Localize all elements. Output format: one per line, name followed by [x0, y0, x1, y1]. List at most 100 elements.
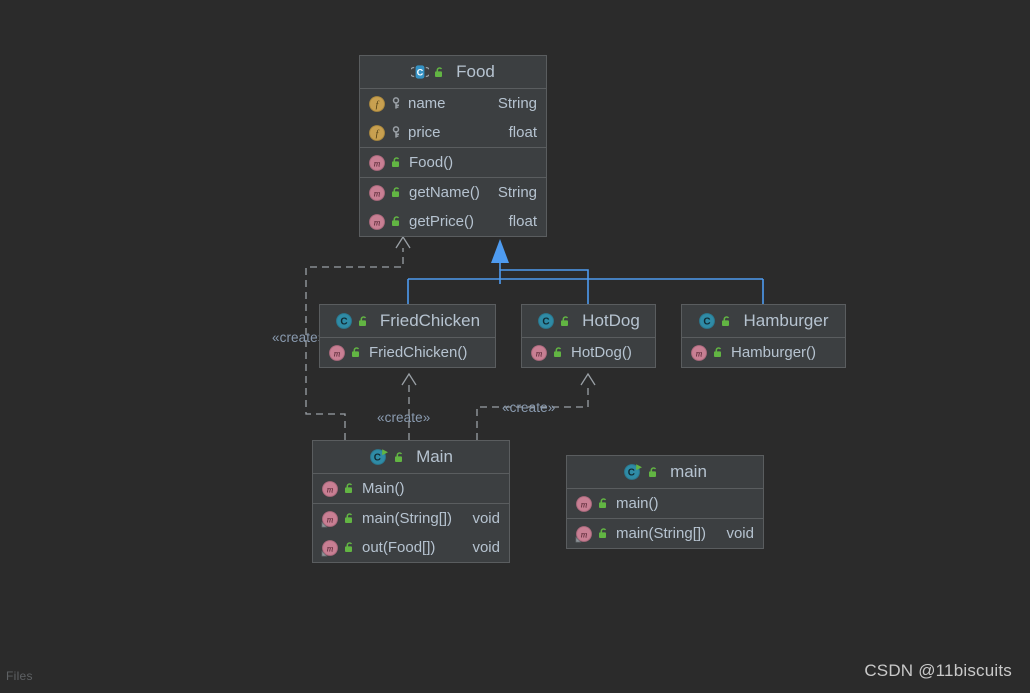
member-name: out(Food[]) — [362, 539, 436, 556]
class-name-main-lower: main — [670, 462, 707, 481]
method-icon: m — [575, 495, 593, 513]
edge-label-create-friedchicken: «create» — [377, 410, 431, 425]
member-name: getPrice() — [409, 213, 475, 230]
member-row[interactable]: m out(Food[]) void — [313, 533, 509, 562]
member-row[interactable]: m main() — [567, 489, 763, 518]
svg-text:m: m — [327, 543, 334, 553]
unlock-green-icon — [343, 482, 356, 495]
member-type: float — [508, 213, 537, 230]
member-row[interactable]: m main(String[]) void — [567, 519, 763, 548]
member-row[interactable]: f name String — [360, 89, 546, 118]
compartment-constructors-friedchicken: m FriedChicken() — [320, 338, 495, 367]
svg-text:C: C — [704, 317, 711, 328]
class-header-food: C Food — [360, 56, 546, 89]
svg-text:m: m — [581, 529, 588, 539]
class-name-main: Main — [416, 447, 453, 466]
generalization-edges — [407, 269, 764, 304]
uml-class-food[interactable]: C Food f name String f price float m Foo… — [359, 55, 547, 237]
member-row[interactable]: m FriedChicken() — [320, 338, 495, 367]
field-icon: f — [368, 95, 386, 113]
files-tab-label[interactable]: Files — [6, 669, 33, 683]
unlock-green-icon — [350, 346, 363, 359]
unlock-green-icon — [390, 186, 403, 199]
uml-class-hotdog[interactable]: C HotDog m HotDog() — [521, 304, 656, 368]
member-row[interactable]: m HotDog() — [522, 338, 655, 367]
unlock-green-icon — [597, 527, 610, 540]
compartment-constructors-hotdog: m HotDog() — [522, 338, 655, 367]
member-row[interactable]: m main(String[]) void — [313, 504, 509, 533]
uml-class-friedchicken[interactable]: C FriedChicken m FriedChicken() — [319, 304, 496, 368]
class-selected-icon: C — [411, 63, 430, 81]
compartment-constructors-food: m Food() — [360, 148, 546, 178]
member-name: FriedChicken() — [369, 344, 468, 361]
member-name: main() — [616, 495, 659, 512]
svg-text:m: m — [581, 499, 588, 509]
method-icon: m — [368, 184, 386, 202]
class-icon: C — [698, 312, 716, 330]
generalization-arrowhead — [491, 239, 509, 263]
member-type: String — [497, 184, 537, 201]
field-icon: f — [368, 124, 386, 142]
class-icon: C — [537, 312, 555, 330]
member-type: void — [726, 525, 754, 542]
member-name: Hamburger() — [731, 344, 817, 361]
edge-label-create-food: «create» — [272, 330, 326, 345]
class-header-main-lower: C main — [567, 456, 763, 489]
member-row[interactable]: m getName() String — [360, 178, 546, 207]
unlock-green-icon — [552, 346, 565, 359]
svg-text:C: C — [628, 468, 635, 479]
class-header-hotdog: C HotDog — [522, 305, 655, 338]
method-static-icon: m — [575, 525, 593, 543]
watermark-text: CSDN @11biscuits — [864, 661, 1012, 680]
method-icon: m — [328, 344, 346, 362]
member-type: void — [472, 510, 500, 527]
member-row[interactable]: f price float — [360, 118, 546, 147]
member-name: name — [408, 95, 446, 112]
method-static-icon: m — [321, 539, 339, 557]
compartment-constructors-main: m Main() — [313, 474, 509, 504]
member-row[interactable]: m Food() — [360, 148, 546, 177]
svg-text:C: C — [340, 317, 347, 328]
svg-text:m: m — [374, 188, 381, 198]
method-icon: m — [368, 154, 386, 172]
class-icon: C — [335, 312, 353, 330]
member-name: getName() — [409, 184, 480, 201]
unlock-green-icon — [433, 66, 446, 79]
svg-text:m: m — [327, 514, 334, 524]
compartment-constructors-hamburger: m Hamburger() — [682, 338, 845, 367]
member-name: Main() — [362, 480, 405, 497]
uml-class-main[interactable]: C Main m Main() m main(String[]) void m … — [312, 440, 510, 563]
compartment-methods-food: m getName() String m getPrice() float — [360, 178, 546, 236]
uml-diagram-canvas[interactable]: «create» «create» «create» C Food f name… — [0, 0, 1030, 693]
member-type: String — [497, 95, 537, 112]
private-key-icon — [390, 126, 402, 139]
unlock-green-icon — [597, 497, 610, 510]
unlock-green-icon — [647, 466, 660, 479]
class-header-hamburger: C Hamburger — [682, 305, 845, 338]
class-name-hotdog: HotDog — [582, 311, 640, 330]
compartment-constructors-main-lower: m main() — [567, 489, 763, 519]
compartment-methods-main-lower: m main(String[]) void — [567, 519, 763, 548]
member-row[interactable]: m Hamburger() — [682, 338, 845, 367]
class-header-friedchicken: C FriedChicken — [320, 305, 495, 338]
unlock-green-icon — [343, 541, 356, 554]
uml-class-hamburger[interactable]: C Hamburger m Hamburger() — [681, 304, 846, 368]
class-header-main: C Main — [313, 441, 509, 474]
dependency-main-to-hotdog-arrowhead — [580, 372, 596, 386]
member-type: void — [472, 539, 500, 556]
uml-class-main-lower[interactable]: C main m main() m main(String[]) void — [566, 455, 764, 549]
svg-text:C: C — [543, 317, 550, 328]
edge-label-create-hotdog: «create» — [502, 400, 556, 415]
private-key-icon — [390, 97, 402, 110]
member-row[interactable]: m Main() — [313, 474, 509, 503]
member-name: main(String[]) — [362, 510, 453, 527]
unlock-green-icon — [390, 215, 403, 228]
member-name: HotDog() — [571, 344, 632, 361]
unlock-green-icon — [712, 346, 725, 359]
member-row[interactable]: m getPrice() float — [360, 207, 546, 236]
method-icon: m — [530, 344, 548, 362]
unlock-green-icon — [559, 315, 572, 328]
unlock-green-icon — [343, 512, 356, 525]
class-name-hamburger: Hamburger — [743, 311, 829, 330]
method-icon: m — [690, 344, 708, 362]
